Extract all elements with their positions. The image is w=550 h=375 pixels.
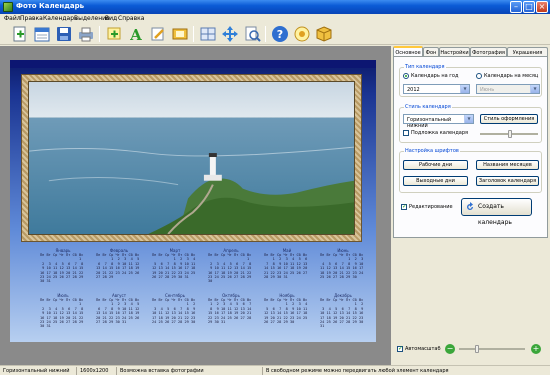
- create-calendar-button[interactable]: Создать календарь: [461, 198, 532, 226]
- menu-edit[interactable]: Правка: [20, 15, 43, 22]
- help-icon[interactable]: ?: [271, 25, 289, 43]
- calendar-grid: Январь Пн Вт Ср Чт Пт Сб Вс 1 2 3 4 5 6 …: [40, 248, 363, 338]
- zoom-in-icon[interactable]: +: [531, 344, 541, 354]
- group-title: Тип календаря: [404, 64, 446, 70]
- month-block: Февраль Пн Вт Ср Чт Пт Сб Вс 1 2 3 4 5 6…: [96, 248, 142, 279]
- print-icon[interactable]: [77, 25, 95, 43]
- calendar-canvas[interactable]: Январь Пн Вт Ср Чт Пт Сб Вс 1 2 3 4 5 6 …: [10, 60, 376, 342]
- menu-bar: Файл Правка Календарь Выделение Вид Спра…: [0, 14, 550, 23]
- yearly-label: Календарь на год: [411, 73, 459, 79]
- header-font-button[interactable]: Заголовок календаря: [476, 176, 539, 186]
- zoom-slider[interactable]: [459, 348, 525, 350]
- underlay-checkbox[interactable]: [403, 130, 409, 136]
- month-block: Июнь Пн Вт Ср Чт Пт Сб Вс 1 2 3 4 5 6 7 …: [320, 248, 366, 279]
- month-block: Январь Пн Вт Ср Чт Пт Сб Вс 1 2 3 4 5 6 …: [40, 248, 86, 284]
- move-icon[interactable]: [221, 25, 239, 43]
- month-block: Март Пн Вт Ср Чт Пт Сб Вс 1 2 3 4 5 6 7 …: [152, 248, 198, 279]
- weekends-font-button[interactable]: Выходные дни: [403, 176, 468, 186]
- status-layout: Горизонтальный нижний: [3, 368, 70, 374]
- month-block: Апрель Пн Вт Ср Чт Пт Сб Вс 1 2 3 4 5 6 …: [208, 248, 254, 284]
- menu-view[interactable]: Вид: [105, 15, 117, 22]
- svg-text:A: A: [129, 26, 142, 43]
- box-icon[interactable]: [315, 25, 333, 43]
- grid-icon[interactable]: [199, 25, 217, 43]
- underlay-label: Подложка календаря: [411, 130, 469, 136]
- toolbar: A ?: [0, 23, 550, 45]
- chevron-down-icon: ▼: [464, 115, 473, 123]
- editing-checkbox[interactable]: [401, 203, 407, 210]
- status-photo: Возможна вставка фотографии: [120, 368, 204, 374]
- calendar-type-group: Тип календаря Календарь на год Календарь…: [399, 64, 542, 97]
- editing-label: Редактирование: [409, 204, 453, 210]
- month-block: Сентябрь Пн Вт Ср Чт Пт Сб Вс 1 2 3 4 5 …: [152, 293, 198, 324]
- photo-frame[interactable]: [21, 74, 362, 242]
- text-icon[interactable]: A: [127, 25, 145, 44]
- chevron-down-icon: ▼: [530, 85, 539, 93]
- info-icon[interactable]: [293, 25, 311, 43]
- yearly-radio[interactable]: [403, 73, 409, 79]
- tab-settings[interactable]: Настройки: [439, 47, 470, 56]
- workdays-font-button[interactable]: Рабочие дни: [403, 160, 468, 170]
- refresh-icon: [467, 202, 473, 210]
- style-select[interactable]: Горизонтальный нижний ▼: [403, 114, 474, 129]
- workspace: Январь Пн Вт Ср Чт Пт Сб Вс 1 2 3 4 5 6 …: [0, 46, 391, 365]
- month-block: Август Пн Вт Ср Чт Пт Сб Вс 1 2 3 4 5 6 …: [96, 293, 142, 324]
- autoscale-checkbox[interactable]: [397, 345, 403, 352]
- minimize-button[interactable]: –: [510, 1, 522, 13]
- monthly-radio[interactable]: [476, 73, 482, 79]
- menu-file[interactable]: Файл: [4, 15, 21, 22]
- chevron-down-icon: ▼: [460, 85, 469, 93]
- calendar-style-group: Стиль календаря Горизонтальный нижний ▼ С…: [399, 104, 542, 143]
- group-title: Стиль календаря: [404, 104, 452, 110]
- zoom-icon[interactable]: [243, 25, 261, 43]
- month-block: Июль Пн Вт Ср Чт Пт Сб Вс 1 2 3 4 5 6 7 …: [40, 293, 86, 329]
- month-select[interactable]: Июнь ▼: [476, 84, 540, 94]
- edit-icon[interactable]: [149, 25, 167, 43]
- fonts-group: Настройка шрифтов Рабочие дни Названия м…: [399, 148, 542, 193]
- title-bar: Фото Календарь – □ ×: [0, 0, 550, 14]
- save-icon[interactable]: [55, 25, 73, 43]
- monthly-label: Календарь на месяц: [484, 73, 539, 79]
- month-block: Май Пн Вт Ср Чт Пт Сб Вс 1 2 3 4 5 6 7 8…: [264, 248, 310, 279]
- status-size: 1600x1200: [80, 368, 109, 374]
- month-block: Октябрь Пн Вт Ср Чт Пт Сб Вс 1 2 3 4 5 6…: [208, 293, 254, 324]
- group-title: Настройка шрифтов: [404, 148, 460, 154]
- tab-photo[interactable]: Фотография: [470, 47, 507, 56]
- svg-text:?: ?: [277, 28, 283, 41]
- zoom-controls: Автомасштаб − +: [391, 343, 550, 357]
- new-file-icon[interactable]: [11, 25, 29, 43]
- status-hint: В свободном режиме можно передвигать люб…: [266, 368, 449, 374]
- maximize-button[interactable]: □: [523, 1, 535, 13]
- tab-background[interactable]: Фон: [423, 47, 439, 56]
- frame-icon[interactable]: [171, 25, 189, 43]
- zoom-slider-thumb[interactable]: [475, 345, 479, 353]
- menu-help[interactable]: Справка: [118, 15, 144, 22]
- month-names-font-button[interactable]: Названия месяцев: [476, 160, 539, 170]
- close-button[interactable]: ×: [536, 1, 548, 13]
- underlay-slider-thumb[interactable]: [508, 130, 512, 138]
- zoom-out-icon[interactable]: −: [445, 344, 455, 354]
- tab-decorations[interactable]: Украшения: [507, 47, 548, 56]
- autoscale-label: Автомасштаб: [405, 346, 441, 352]
- add-photo-icon[interactable]: [105, 25, 123, 43]
- window-title: Фото Календарь: [16, 2, 85, 10]
- calendar-icon[interactable]: [33, 25, 51, 43]
- app-icon: [3, 2, 13, 12]
- month-block: Ноябрь Пн Вт Ср Чт Пт Сб Вс 1 2 3 4 5 6 …: [264, 293, 310, 324]
- year-select[interactable]: 2012 ▼: [403, 84, 470, 94]
- status-bar: Горизонтальный нижний 1600x1200 Возможна…: [0, 365, 550, 375]
- style-button[interactable]: Стиль оформления: [480, 114, 538, 124]
- calendar-photo[interactable]: [28, 81, 355, 235]
- menu-calendar[interactable]: Календарь: [43, 15, 78, 22]
- month-block: Декабрь Пн Вт Ср Чт Пт Сб Вс 1 2 3 4 5 6…: [320, 293, 366, 329]
- settings-panel: Основное Фон Настройки Фотография Украше…: [391, 46, 550, 365]
